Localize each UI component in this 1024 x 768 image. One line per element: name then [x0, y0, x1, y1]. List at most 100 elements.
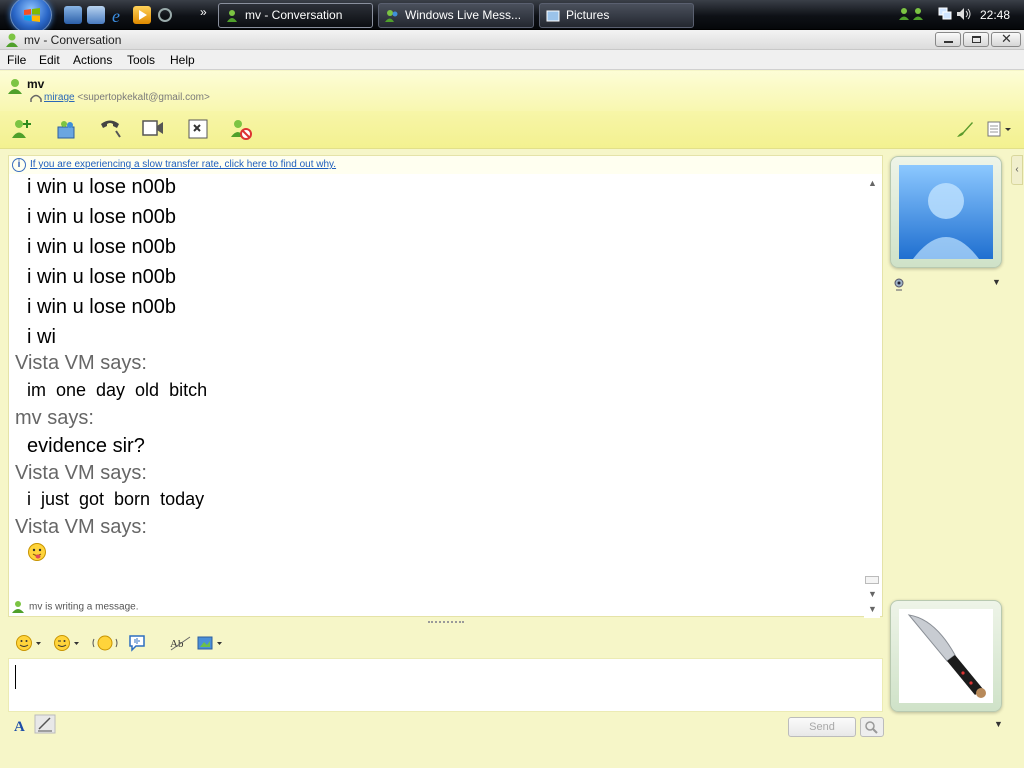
start-button[interactable] — [10, 0, 52, 34]
clock[interactable]: 22:48 — [980, 8, 1010, 22]
knife-picture-icon — [899, 609, 993, 703]
window-titlebar[interactable]: mv - Conversation ✕ — [0, 30, 1024, 50]
message-input[interactable] — [8, 658, 883, 712]
menu-icon[interactable] — [985, 117, 1015, 141]
paintbrush-icon[interactable] — [953, 117, 977, 141]
pictures-folder-icon — [546, 10, 560, 22]
nudge-icon[interactable] — [90, 633, 120, 653]
minimize-button[interactable] — [935, 32, 961, 47]
message-sender: mv says: — [15, 407, 94, 429]
contact-subtitle: mirage <supertopkekalt@gmail.com> — [28, 92, 210, 103]
info-icon: i — [12, 158, 26, 172]
scroll-thumb[interactable] — [865, 576, 879, 584]
internet-explorer-icon[interactable]: e — [110, 6, 128, 26]
chat-scrollbar[interactable]: ▲ ▼ ▼ — [864, 176, 880, 618]
wink-icon[interactable] — [52, 633, 82, 653]
taskbar: e » mv - Conversation Windows Live Mess.… — [0, 0, 1024, 34]
task-label: mv - Conversation — [245, 8, 343, 22]
switch-windows-icon[interactable] — [87, 6, 105, 24]
menu-edit[interactable]: Edit — [39, 53, 60, 67]
video-call-icon[interactable] — [141, 117, 165, 141]
network-icon[interactable] — [938, 7, 952, 21]
contact-display-name-link[interactable]: mirage — [44, 92, 75, 103]
scroll-up-icon[interactable]: ▲ — [868, 178, 877, 188]
contact-header: mv mirage <supertopkekalt@gmail.com> — [0, 71, 1024, 111]
contact-name: mv — [27, 77, 45, 91]
block-icon[interactable] — [229, 117, 253, 141]
message-sender: Vista VM says: — [15, 516, 147, 538]
window-title: mv - Conversation — [24, 33, 122, 47]
message-text: i win u lose n00b — [27, 236, 176, 258]
minimize-icon — [944, 41, 953, 43]
emoticon-icon[interactable] — [14, 633, 44, 653]
background-icon[interactable] — [196, 633, 226, 653]
messenger-buddy-icon — [6, 33, 18, 47]
task-label: Pictures — [566, 8, 610, 22]
more-chevron-icon[interactable]: » — [200, 5, 207, 19]
scroll-down-icon[interactable]: ▼ — [868, 589, 877, 599]
scroll-down-icon[interactable]: ▼ — [868, 604, 877, 614]
svg-text:A: A — [14, 719, 25, 734]
compose-bottom-bar: A Send — [8, 712, 884, 738]
conversation-history[interactable]: i If you are experiencing a slow transfe… — [8, 155, 883, 618]
contact-picture-dropdown-icon[interactable]: ▼ — [992, 277, 1001, 287]
text-caret — [15, 665, 16, 689]
slow-transfer-link[interactable]: If you are experiencing a slow transfer … — [30, 159, 336, 170]
user-picture-dropdown-icon[interactable]: ▼ — [994, 719, 1003, 729]
contact-email: <supertopkekalt@gmail.com> — [77, 92, 210, 103]
format-toolbar: Ab — [8, 630, 883, 656]
info-bar: i If you are experiencing a slow transfe… — [9, 156, 882, 174]
send-button[interactable]: Send — [788, 717, 856, 737]
menu-bar: File Edit Actions Tools Help — [0, 50, 1024, 70]
voice-clip-icon[interactable] — [126, 633, 156, 653]
show-desktop-icon[interactable] — [64, 6, 82, 24]
pane-splitter[interactable] — [428, 621, 464, 627]
maximize-button[interactable] — [963, 32, 989, 47]
contact-status-icon — [8, 79, 22, 94]
spell-check-icon[interactable]: Ab — [168, 633, 198, 653]
messenger-quicklaunch-icon[interactable] — [156, 6, 174, 24]
chevron-left-icon: ‹ — [1015, 164, 1019, 175]
task-pictures[interactable]: Pictures — [539, 3, 694, 28]
menu-actions[interactable]: Actions — [73, 53, 112, 67]
display-pictures-panel: ▼ ▼ — [884, 150, 1010, 750]
menu-tools[interactable]: Tools — [127, 53, 155, 67]
user-display-picture[interactable] — [890, 600, 1002, 712]
typing-status: mv is writing a message. — [11, 600, 138, 614]
messenger-tray-icon[interactable] — [898, 6, 928, 22]
message-text: i just got born today — [27, 489, 205, 509]
svg-text:Ab: Ab — [170, 638, 184, 650]
message-list: i win u lose n00b i win u lose n00b i wi… — [9, 174, 864, 594]
share-files-icon[interactable] — [54, 117, 78, 141]
message-text: evidence sir? — [27, 435, 145, 457]
search-icon — [865, 721, 878, 734]
close-icon: ✕ — [1001, 31, 1012, 46]
tongue-out-emoticon-icon — [28, 543, 46, 561]
volume-icon[interactable] — [956, 7, 972, 21]
message-text: i win u lose n00b — [27, 266, 176, 288]
font-icon[interactable]: A — [12, 716, 28, 734]
windows-logo-icon — [24, 8, 40, 22]
restore-icon — [972, 36, 981, 43]
task-conversation[interactable]: mv - Conversation — [218, 3, 373, 28]
message-sender: Vista VM says: — [15, 462, 147, 484]
call-icon[interactable] — [98, 117, 122, 141]
messenger-buddy-icon — [385, 10, 398, 22]
collapse-panel-button[interactable]: ‹ — [1011, 155, 1023, 185]
typing-text: mv is writing a message. — [29, 601, 139, 613]
contact-display-picture[interactable] — [890, 156, 1002, 268]
media-player-icon[interactable] — [133, 6, 151, 24]
close-button[interactable]: ✕ — [991, 31, 1021, 47]
menu-help[interactable]: Help — [170, 53, 195, 67]
message-text: i win u lose n00b — [27, 176, 176, 198]
games-icon[interactable] — [186, 117, 210, 141]
handwriting-icon[interactable] — [34, 714, 56, 734]
invite-contact-icon[interactable] — [10, 117, 34, 141]
task-messenger[interactable]: Windows Live Mess... — [378, 3, 534, 28]
search-button[interactable] — [860, 717, 884, 737]
default-avatar-icon — [899, 165, 993, 259]
messenger-buddy-icon — [227, 10, 237, 22]
menu-file[interactable]: File — [7, 53, 26, 67]
webcam-icon[interactable] — [892, 277, 906, 291]
task-label: Windows Live Mess... — [405, 8, 522, 22]
